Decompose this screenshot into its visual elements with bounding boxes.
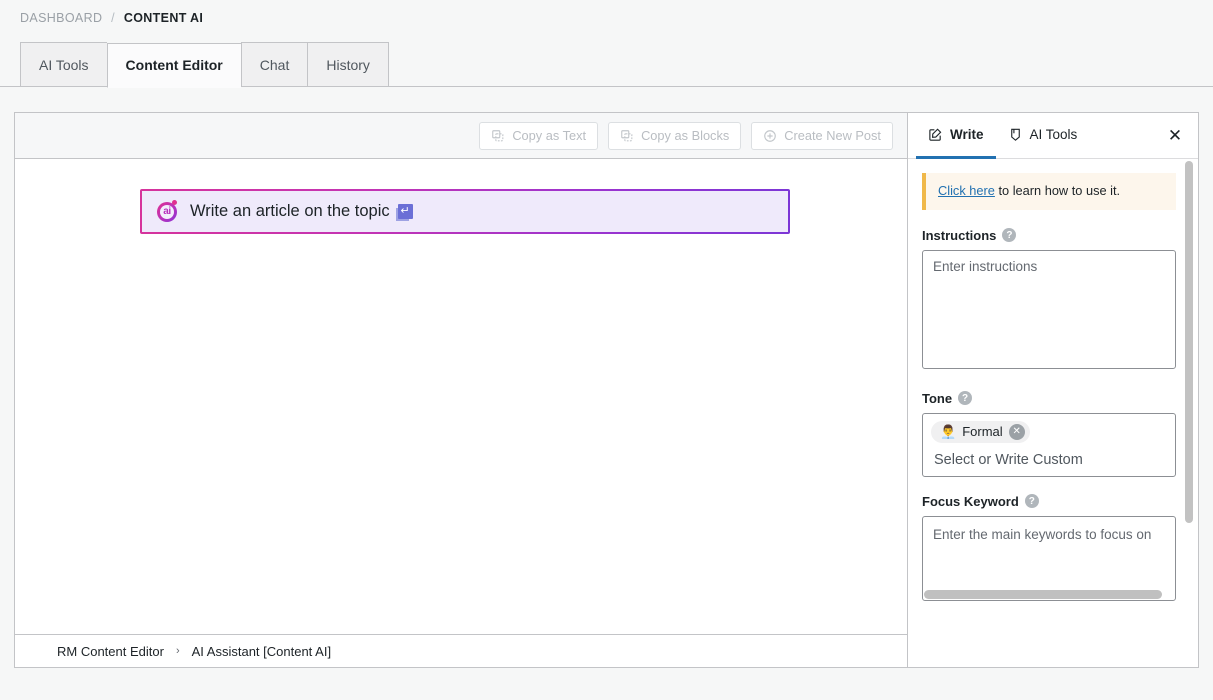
editor-canvas[interactable]: ai Write an article on the topic: [15, 159, 907, 634]
tab-chat-label: Chat: [259, 56, 290, 73]
tools-icon: [1008, 127, 1023, 142]
content-ai-logo-icon: ai: [156, 199, 178, 223]
tone-select-box[interactable]: 👨‍💼 Formal ✕ Select or Write Custom: [922, 412, 1176, 477]
tab-content-editor[interactable]: Content Editor: [106, 43, 241, 88]
content-ai-prompt-block[interactable]: ai Write an article on the topic: [140, 189, 790, 234]
sidebar-tab-write[interactable]: Write: [916, 113, 996, 159]
sidebar-tab-ai-tools-label: AI Tools: [1029, 127, 1078, 142]
sidebar-tab-ai-tools[interactable]: AI Tools: [996, 113, 1090, 159]
copy-icon: [620, 129, 634, 143]
tone-label-row: Tone ?: [922, 391, 1176, 406]
tab-ai-tools[interactable]: AI Tools: [20, 42, 107, 87]
focus-keyword-input[interactable]: [922, 515, 1176, 601]
copy-as-blocks-label: Copy as Blocks: [641, 128, 730, 143]
instructions-label-row: Instructions ?: [922, 228, 1176, 243]
sidebar-tab-write-label: Write: [950, 127, 984, 142]
plus-circle-icon: [763, 129, 777, 143]
help-icon[interactable]: ?: [1002, 228, 1017, 243]
tab-content-editor-label: Content Editor: [125, 57, 223, 73]
status-breadcrumb-assistant[interactable]: AI Assistant [Content AI]: [192, 644, 331, 659]
tab-chat[interactable]: Chat: [240, 42, 308, 87]
tab-ai-tools-label: AI Tools: [39, 56, 89, 73]
focus-keyword-field: Focus Keyword ?: [922, 494, 1176, 606]
tone-chip-label: Formal: [962, 424, 1003, 440]
how-to-use-notice: Click here to learn how to use it.: [922, 173, 1176, 210]
focus-keyword-label: Focus Keyword: [922, 493, 1019, 509]
copy-as-blocks-button[interactable]: Copy as Blocks: [608, 121, 742, 150]
sidebar-vertical-scrollbar[interactable]: [1185, 161, 1193, 523]
chevron-right-icon: ›: [175, 645, 180, 657]
sidebar-header: Write AI Tools ✕: [908, 113, 1198, 159]
editor-status-bar: RM Content Editor › AI Assistant [Conten…: [15, 634, 907, 667]
tab-history-label: History: [326, 56, 370, 73]
click-here-link[interactable]: Click here: [938, 183, 995, 198]
content-ai-sidebar: Write AI Tools ✕ Click here to learn how…: [908, 113, 1198, 667]
instructions-label: Instructions: [922, 227, 997, 243]
breadcrumb: DASHBOARD / CONTENT AI: [0, 0, 1213, 25]
focus-keyword-horizontal-scrollbar[interactable]: [924, 589, 1174, 599]
enter-key-icon: [397, 204, 413, 219]
copy-icon: [491, 129, 505, 143]
create-new-post-button[interactable]: Create New Post: [751, 121, 893, 150]
tone-chip-formal[interactable]: 👨‍💼 Formal ✕: [931, 420, 1030, 443]
pencil-square-icon: [928, 127, 943, 142]
tone-chip-remove-icon[interactable]: ✕: [1008, 423, 1025, 440]
copy-as-text-label: Copy as Text: [512, 128, 587, 143]
breadcrumb-separator: /: [111, 11, 115, 25]
breadcrumb-dashboard-link[interactable]: DASHBOARD: [20, 11, 102, 25]
main-tab-bar: AI Tools Content Editor Chat History: [0, 42, 1213, 88]
close-icon[interactable]: ✕: [1152, 113, 1198, 158]
tone-field: Tone ? 👨‍💼 Formal ✕ Select or Write Cust…: [922, 391, 1176, 477]
status-breadcrumb-editor[interactable]: RM Content Editor: [57, 644, 164, 659]
tone-label: Tone: [922, 390, 953, 406]
focus-keyword-label-row: Focus Keyword ?: [922, 494, 1176, 509]
notice-text: to learn how to use it.: [994, 183, 1121, 198]
instructions-input[interactable]: [922, 249, 1176, 369]
create-new-post-label: Create New Post: [784, 128, 881, 143]
tab-history[interactable]: History: [307, 42, 389, 87]
copy-as-text-button[interactable]: Copy as Text: [479, 121, 599, 150]
workspace: Copy as Text Copy as Blocks Create New P…: [14, 112, 1199, 668]
scrollbar-thumb[interactable]: [924, 589, 1162, 599]
editor-column: Copy as Text Copy as Blocks Create New P…: [15, 113, 908, 667]
tone-chip-emoji: 👨‍💼: [940, 423, 957, 439]
help-icon[interactable]: ?: [958, 391, 973, 406]
tone-custom-input[interactable]: Select or Write Custom: [931, 452, 1167, 468]
content-ai-prompt-text: Write an article on the topic: [190, 202, 390, 220]
breadcrumb-current: CONTENT AI: [123, 11, 204, 25]
sidebar-body: Click here to learn how to use it. Instr…: [908, 159, 1198, 667]
help-icon[interactable]: ?: [1024, 494, 1039, 509]
instructions-field: Instructions ?: [922, 228, 1176, 374]
editor-toolbar: Copy as Text Copy as Blocks Create New P…: [15, 113, 907, 159]
